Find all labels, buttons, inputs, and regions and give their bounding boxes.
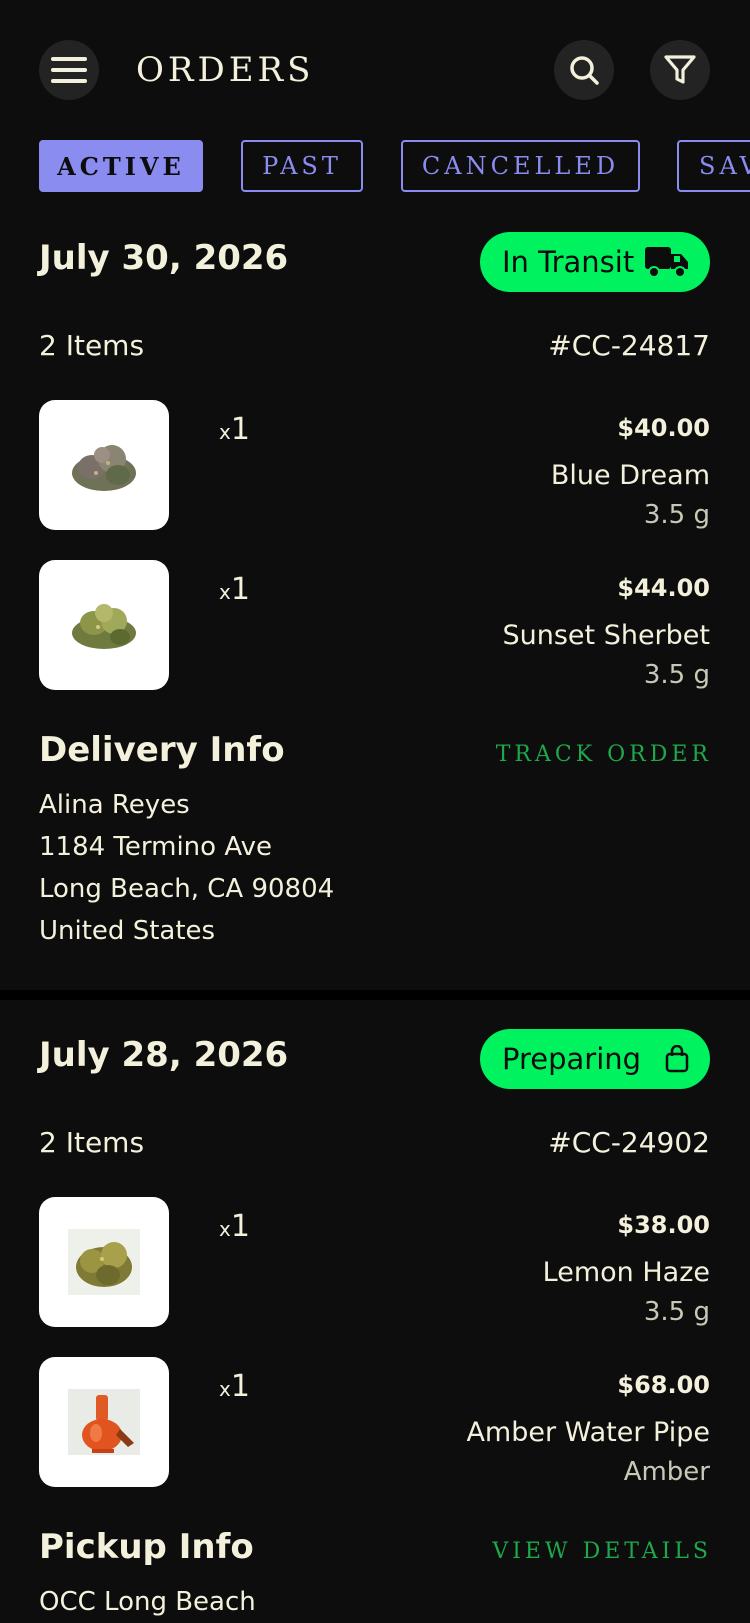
product-name: Sunset Sherbet <box>502 620 710 651</box>
list-item[interactable]: x1 $40.00 Blue Dream 3.5 g <box>0 400 750 530</box>
track-order-link[interactable]: TRACK ORDER <box>496 742 712 767</box>
order-date: July 28, 2026 <box>39 1035 289 1075</box>
status-badge: Preparing <box>480 1029 710 1089</box>
truck-icon <box>644 245 690 279</box>
address-line: Long Beach, CA 90804 <box>39 874 335 904</box>
product-image <box>39 1357 169 1487</box>
cannabis-flower-image <box>72 445 136 491</box>
view-details-link[interactable]: VIEW DETAILS <box>492 1539 712 1564</box>
address-line: 1184 Termino Ave <box>39 832 272 862</box>
quantity: x1 <box>219 412 250 447</box>
order-id: #CC-24817 <box>548 329 710 362</box>
product-image <box>39 400 169 530</box>
item-price: $68.00 <box>617 1371 710 1399</box>
page-title: ORDERS <box>136 50 315 90</box>
status-label: Preparing <box>502 1042 642 1076</box>
address-line: United States <box>39 916 216 946</box>
quantity: x1 <box>219 1209 250 1244</box>
order-status-tabs: ACTIVE PAST CANCELLED SAV <box>0 140 750 192</box>
app-header: ORDERS <box>0 0 750 130</box>
list-item[interactable]: x1 $44.00 Sunset Sherbet 3.5 g <box>0 560 750 690</box>
cannabis-flower-image <box>72 604 136 649</box>
items-count: 2 Items <box>39 329 145 362</box>
item-price: $40.00 <box>617 414 710 442</box>
search-button[interactable] <box>554 40 614 100</box>
product-image <box>39 560 169 690</box>
tab-active[interactable]: ACTIVE <box>39 140 203 192</box>
product-detail: 3.5 g <box>643 660 710 690</box>
tab-past[interactable]: PAST <box>241 140 363 192</box>
quantity: x1 <box>219 1369 250 1404</box>
order-id: #CC-24902 <box>548 1126 710 1159</box>
address-line: Alina Reyes <box>39 790 190 820</box>
item-price: $44.00 <box>617 574 710 602</box>
list-item[interactable]: x1 $68.00 Amber Water Pipe Amber <box>0 1357 750 1487</box>
product-detail: Amber <box>623 1457 710 1487</box>
list-item[interactable]: x1 $38.00 Lemon Haze 3.5 g <box>0 1197 750 1327</box>
product-name: Blue Dream <box>550 460 710 491</box>
tab-saved[interactable]: SAV <box>677 140 750 192</box>
tab-cancelled[interactable]: CANCELLED <box>401 140 640 192</box>
product-detail: 3.5 g <box>643 500 710 530</box>
search-icon <box>570 56 599 85</box>
menu-button[interactable] <box>39 40 99 100</box>
delivery-info-heading: Delivery Info <box>39 730 285 770</box>
quantity: x1 <box>219 572 250 607</box>
water-pipe-image <box>68 1389 140 1455</box>
shopping-bag-icon <box>664 1045 690 1073</box>
divider <box>0 990 750 1000</box>
item-price: $38.00 <box>617 1211 710 1239</box>
product-detail: 3.5 g <box>643 1297 710 1327</box>
hamburger-menu-icon <box>51 57 87 83</box>
status-badge: In Transit <box>480 232 710 292</box>
pickup-address: OCC Long Beach <box>39 1581 256 1623</box>
delivery-address: Alina Reyes 1184 Termino Ave Long Beach,… <box>39 784 334 952</box>
status-label: In Transit <box>502 245 635 279</box>
order-date: July 30, 2026 <box>39 238 289 278</box>
product-name: Lemon Haze <box>542 1257 710 1288</box>
items-count: 2 Items <box>39 1126 145 1159</box>
product-name: Amber Water Pipe <box>466 1417 710 1448</box>
cannabis-flower-image <box>68 1229 140 1295</box>
address-line: OCC Long Beach <box>39 1587 256 1617</box>
pickup-info-heading: Pickup Info <box>39 1527 254 1567</box>
filter-button[interactable] <box>650 40 710 100</box>
filter-icon <box>664 55 696 84</box>
product-image <box>39 1197 169 1327</box>
